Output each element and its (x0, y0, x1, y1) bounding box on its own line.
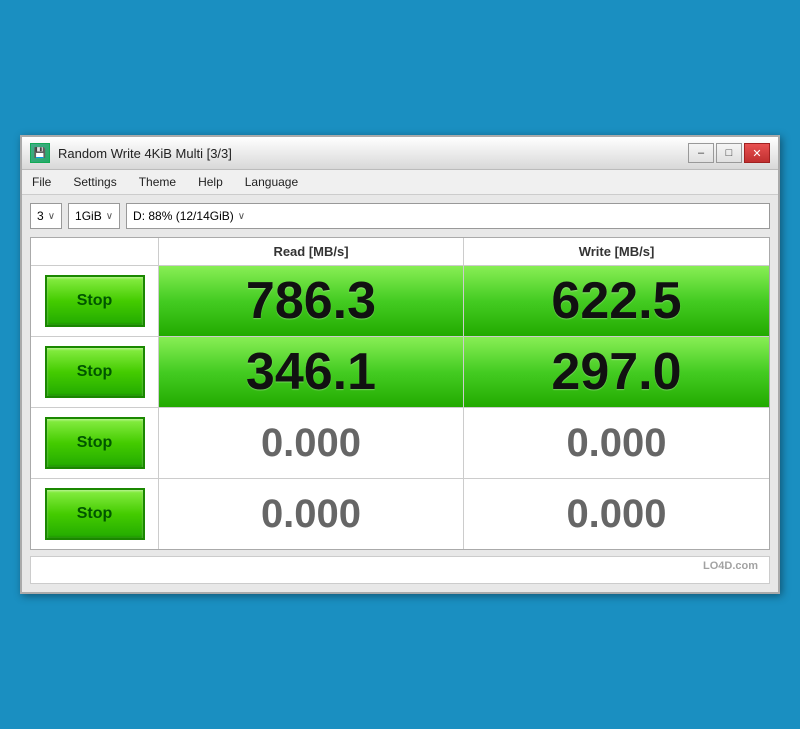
read-value-3: 0.000 (159, 408, 464, 478)
title-bar: 💾 Random Write 4KiB Multi [3/3] – □ ✕ (22, 137, 778, 170)
size-value: 1GiB (75, 209, 102, 223)
main-window: 💾 Random Write 4KiB Multi [3/3] – □ ✕ Fi… (20, 135, 780, 594)
queue-value: 3 (37, 209, 44, 223)
read-value-2: 346.1 (159, 337, 464, 407)
table-row: Stop 346.1 297.0 (31, 337, 769, 408)
drive-arrow: ∨ (238, 211, 245, 222)
toolbar-row: 3 ∨ 1GiB ∨ D: 88% (12/14GiB) ∨ (30, 203, 770, 229)
queue-arrow: ∨ (48, 211, 55, 222)
stop-button-4[interactable]: Stop (45, 488, 145, 540)
write-value-4: 0.000 (464, 479, 769, 549)
col2-header: Read [MB/s] (159, 238, 464, 265)
col3-header: Write [MB/s] (464, 238, 769, 265)
queue-select[interactable]: 3 ∨ (30, 203, 62, 229)
stop-cell-3: Stop (31, 408, 159, 478)
menubar: File Settings Theme Help Language (22, 170, 778, 195)
stop-cell-2: Stop (31, 337, 159, 407)
content-area: 3 ∨ 1GiB ∨ D: 88% (12/14GiB) ∨ Read [MB/… (22, 195, 778, 592)
watermark: LO4D.com (703, 560, 758, 572)
size-arrow: ∨ (106, 211, 113, 222)
data-grid: Read [MB/s] Write [MB/s] Stop 786.3 622.… (30, 237, 770, 550)
status-bar (30, 556, 770, 584)
grid-header: Read [MB/s] Write [MB/s] (31, 238, 769, 266)
maximize-button[interactable]: □ (716, 143, 742, 163)
app-icon: 💾 (30, 143, 50, 163)
stop-button-3[interactable]: Stop (45, 417, 145, 469)
col1-header (31, 238, 159, 265)
read-value-4: 0.000 (159, 479, 464, 549)
menu-file[interactable]: File (28, 173, 55, 191)
stop-cell-1: Stop (31, 266, 159, 336)
window-title: Random Write 4KiB Multi [3/3] (58, 146, 680, 161)
window-controls: – □ ✕ (688, 143, 770, 163)
minimize-button[interactable]: – (688, 143, 714, 163)
size-select[interactable]: 1GiB ∨ (68, 203, 120, 229)
table-row: Stop 0.000 0.000 (31, 479, 769, 549)
write-value-3: 0.000 (464, 408, 769, 478)
menu-settings[interactable]: Settings (69, 173, 120, 191)
close-button[interactable]: ✕ (744, 143, 770, 163)
stop-button-2[interactable]: Stop (45, 346, 145, 398)
stop-cell-4: Stop (31, 479, 159, 549)
stop-button-1[interactable]: Stop (45, 275, 145, 327)
write-value-2: 297.0 (464, 337, 769, 407)
write-value-1: 622.5 (464, 266, 769, 336)
drive-value: D: 88% (12/14GiB) (133, 209, 234, 223)
read-value-1: 786.3 (159, 266, 464, 336)
menu-theme[interactable]: Theme (135, 173, 180, 191)
table-row: Stop 0.000 0.000 (31, 408, 769, 479)
drive-select[interactable]: D: 88% (12/14GiB) ∨ (126, 203, 770, 229)
menu-language[interactable]: Language (241, 173, 302, 191)
table-row: Stop 786.3 622.5 (31, 266, 769, 337)
menu-help[interactable]: Help (194, 173, 227, 191)
